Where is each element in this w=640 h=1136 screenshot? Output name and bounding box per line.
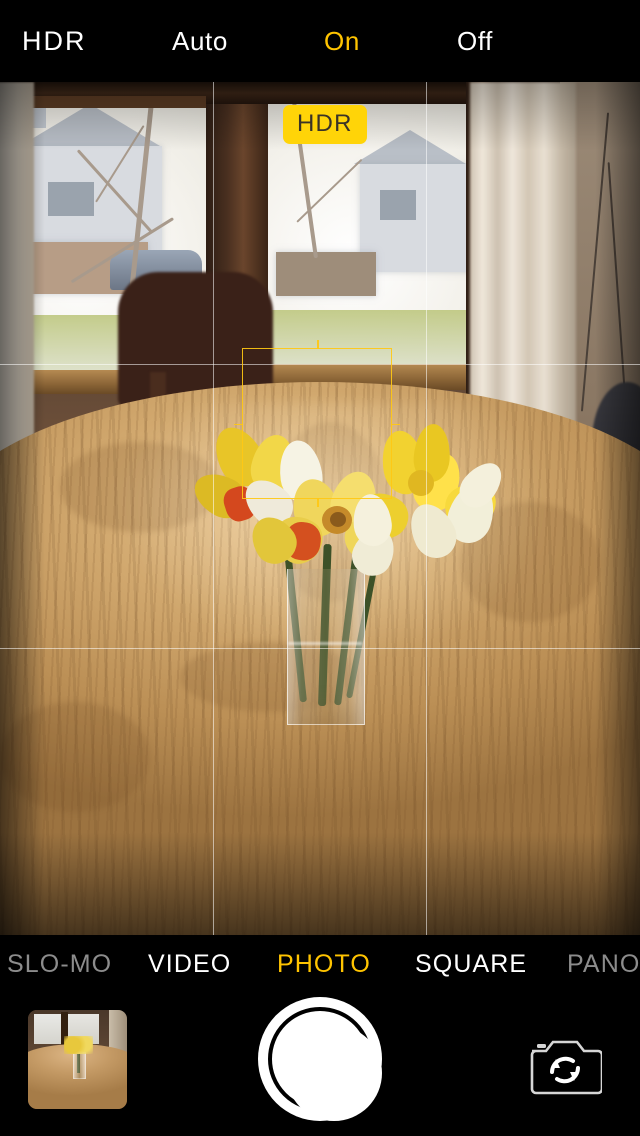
thumbnail-image: [28, 1010, 127, 1109]
hdr-status-badge: HDR: [283, 105, 367, 144]
water-surface: [288, 642, 362, 645]
mode-slomo[interactable]: SLO-MO: [7, 950, 112, 979]
focus-reticle[interactable]: [234, 340, 400, 507]
capture-mode-selector[interactable]: SLO-MO VIDEO PHOTO SQUARE PANO: [0, 935, 640, 997]
grid-line-horizontal-2: [0, 648, 640, 649]
focus-tick-left: [234, 423, 243, 425]
hdr-control-bar: HDR Auto On Off: [0, 0, 640, 82]
neighbor-house-roof: [354, 130, 466, 164]
camera-flip-icon: [530, 1040, 604, 1095]
hdr-label: HDR: [22, 25, 87, 56]
camera-flip-button[interactable]: [528, 1035, 604, 1097]
mode-pano[interactable]: PANO: [567, 950, 640, 979]
grid-line-vertical-1: [213, 82, 214, 935]
hdr-option-auto[interactable]: Auto: [172, 26, 228, 57]
shutter-button[interactable]: [258, 997, 382, 1121]
neighbor-house-body: [360, 164, 472, 272]
focus-tick-top: [317, 340, 319, 349]
shutter-ring: [268, 1007, 382, 1121]
mode-video[interactable]: VIDEO: [148, 950, 231, 979]
hdr-option-on[interactable]: On: [324, 26, 360, 57]
live-preview-scene: [0, 82, 640, 935]
focus-tick-bottom: [317, 498, 319, 507]
camera-controls-bar: [0, 997, 640, 1136]
camera-viewfinder[interactable]: [0, 82, 640, 935]
hdr-option-off[interactable]: Off: [457, 26, 493, 57]
house-window: [380, 190, 416, 220]
grid-line-vertical-2: [426, 82, 427, 935]
house-window: [48, 182, 94, 216]
fence: [276, 252, 376, 296]
mode-photo[interactable]: PHOTO: [277, 950, 371, 979]
mode-square[interactable]: SQUARE: [415, 950, 527, 979]
focus-tick-right: [391, 423, 400, 425]
camera-app-screen: HDR Auto On Off HDR SLO-MO VIDEO PHOTO S…: [0, 0, 640, 1136]
shutter-core: [286, 1025, 382, 1121]
glass-vase: [287, 569, 365, 725]
last-photo-thumbnail[interactable]: [28, 1010, 127, 1109]
